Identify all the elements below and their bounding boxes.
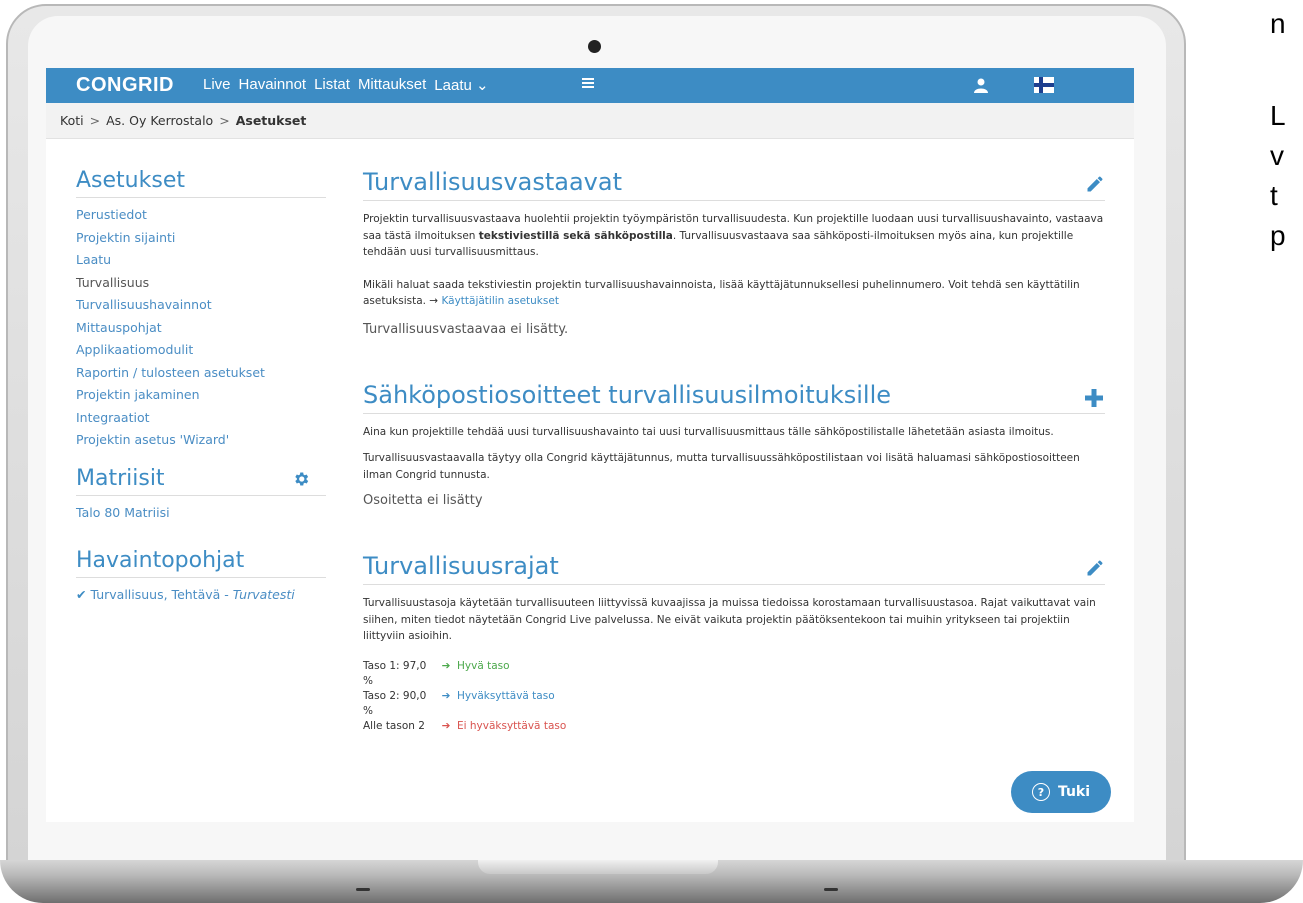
vastaavat-sms-info: Mikäli haluat saada tekstiviestin projek… [363, 277, 1105, 310]
breadcrumb-separator: > [219, 113, 230, 128]
pencil-edit-icon[interactable] [1085, 174, 1105, 194]
breadcrumb-current: Asetukset [235, 113, 307, 128]
level-text: Hyvä taso [457, 659, 510, 672]
sidebar-item-wizard[interactable]: Projektin asetus 'Wizard' [76, 429, 326, 452]
arrow-right-icon: ➔ [441, 719, 451, 732]
sidebar-settings-title: Asetukset [76, 168, 326, 198]
vastaavat-empty: Turvallisuusvastaavaa ei lisätty. [363, 321, 569, 337]
emails-note: Turvallisuusvastaavalla täytyy olla Cong… [363, 452, 1080, 481]
list-menu-icon[interactable] [582, 78, 594, 90]
checkmark-icon: ✔ [76, 587, 87, 602]
level-row: Taso 2: 90,0 % ➔ Hyväksyttävä taso [363, 689, 1105, 719]
emails-empty: Osoitetta ei lisätty [363, 493, 483, 508]
vastaavat-text-bold: tekstiviestillä sekä sähköpostilla [478, 229, 673, 242]
section-emails: Sähköpostiosoitteet turvallisuusilmoituk… [363, 381, 1105, 508]
laptop-notch [478, 860, 718, 874]
sidebar-item-perustiedot[interactable]: Perustiedot [76, 204, 326, 227]
laptop-foot [824, 888, 838, 891]
havaintopohja-label: Turvallisuus, Tehtävä - [90, 587, 233, 602]
level-row: Alle tason 2 ➔ Ei hyväksyttävä taso [363, 719, 1105, 734]
side-text-fragment: p [1270, 220, 1286, 251]
vastaavat-title: Turvallisuusvastaavat [363, 168, 1105, 201]
vastaavat-description: Projektin turvallisuusvastaava huolehtii… [363, 211, 1105, 261]
sidebar-item-sijainti[interactable]: Projektin sijainti [76, 227, 326, 250]
emails-title: Sähköpostiosoitteet turvallisuusilmoituk… [363, 381, 1105, 414]
level-label: Alle tason 2 [363, 719, 425, 732]
app-screen: CONGRID Live Havainnot Listat Mittaukset… [46, 68, 1134, 822]
nav-item-mittaukset[interactable]: Mittaukset [358, 76, 426, 94]
levels-list: Taso 1: 97,0 % ➔ Hyvä taso Taso 2: 90,0 … [363, 659, 1105, 734]
nav-menu: Live Havainnot Listat Mittaukset Laatu ⌄ [203, 76, 497, 94]
sidebar-item-laatu[interactable]: Laatu [76, 249, 326, 272]
level-label: Taso 2: 90,0 % [363, 689, 427, 717]
sidebar-item-integraatiot[interactable]: Integraatiot [76, 407, 326, 430]
laptop-foot [356, 888, 370, 891]
side-text-fragment: v [1270, 140, 1284, 171]
level-text: Hyväksyttävä taso [457, 689, 555, 702]
help-icon: ? [1031, 783, 1050, 801]
level-text: Ei hyväksyttävä taso [457, 719, 567, 732]
level-label: Taso 1: 97,0 % [363, 659, 427, 687]
laptop-base [0, 860, 1303, 903]
congrid-logo[interactable]: CONGRID [76, 74, 174, 97]
nav-item-havainnot[interactable]: Havainnot [239, 76, 307, 94]
rajat-title: Turvallisuusrajat [363, 552, 1105, 585]
breadcrumb: Koti > As. Oy Kerrostalo > Asetukset [46, 103, 1134, 139]
main-content: Turvallisuusvastaavat Projektin turvalli… [363, 168, 1105, 734]
matriisit-title-text: Matriisit [76, 465, 165, 491]
pencil-edit-icon[interactable] [1085, 558, 1105, 578]
top-navbar: CONGRID Live Havainnot Listat Mittaukset… [46, 68, 1134, 103]
sidebar-item-talo80[interactable]: Talo 80 Matriisi [76, 502, 326, 525]
rajat-description: Turvallisuustasoja käytetään turvallisuu… [363, 597, 1096, 642]
sidebar-item-turvallisuus[interactable]: Turvallisuus [76, 272, 326, 295]
side-text-fragment: L [1270, 100, 1286, 131]
emails-description: Aina kun projektille tehdää uusi turvall… [363, 425, 1054, 438]
sidebar-item-applikaatiomodulit[interactable]: Applikaatiomodulit [76, 339, 326, 362]
side-text-fragment: t [1270, 180, 1278, 211]
support-button[interactable]: ? Tuki [1011, 771, 1111, 813]
finnish-flag-icon[interactable] [1034, 77, 1054, 93]
sidebar-item-mittauspohjat[interactable]: Mittauspohjat [76, 317, 326, 340]
breadcrumb-project[interactable]: As. Oy Kerrostalo [106, 113, 213, 128]
user-icon[interactable] [974, 77, 988, 93]
sidebar-havaintopohjat-title: Havaintopohjat [76, 548, 326, 578]
nav-item-laatu[interactable]: Laatu ⌄ [434, 76, 488, 94]
nav-item-listat[interactable]: Listat [314, 76, 350, 94]
nav-item-live[interactable]: Live [203, 76, 231, 94]
side-text-fragment: n [1270, 8, 1286, 39]
sidebar-item-raportin-asetukset[interactable]: Raportin / tulosteen asetukset [76, 362, 326, 385]
sidebar-item-turvallisuushavainnot[interactable]: Turvallisuushavainnot [76, 294, 326, 317]
section-rajat: Turvallisuusrajat Turvallisuustasoja käy… [363, 552, 1105, 734]
camera-icon [588, 40, 601, 53]
breadcrumb-separator: > [89, 113, 101, 128]
breadcrumb-home[interactable]: Koti [60, 113, 84, 128]
arrow-right-icon: ➔ [441, 689, 451, 702]
account-settings-link[interactable]: Käyttäjätilin asetukset [441, 295, 559, 307]
level-row: Taso 1: 97,0 % ➔ Hyvä taso [363, 659, 1105, 689]
section-vastaavat: Turvallisuusvastaavat Projektin turvalli… [363, 168, 1105, 337]
settings-sidebar: Asetukset Perustiedot Projektin sijainti… [76, 168, 326, 606]
havaintopohja-template: Turvatesti [232, 587, 295, 602]
havaintopohja-item[interactable]: ✔ Turvallisuus, Tehtävä - Turvatesti [76, 584, 326, 606]
arrow-right-icon: ➔ [441, 659, 451, 672]
sidebar-matriisit-title: Matriisit [76, 466, 326, 496]
plus-add-icon[interactable] [1085, 388, 1103, 407]
gear-icon[interactable] [292, 470, 310, 488]
sidebar-item-jakaminen[interactable]: Projektin jakaminen [76, 384, 326, 407]
support-label: Tuki [1057, 784, 1091, 800]
